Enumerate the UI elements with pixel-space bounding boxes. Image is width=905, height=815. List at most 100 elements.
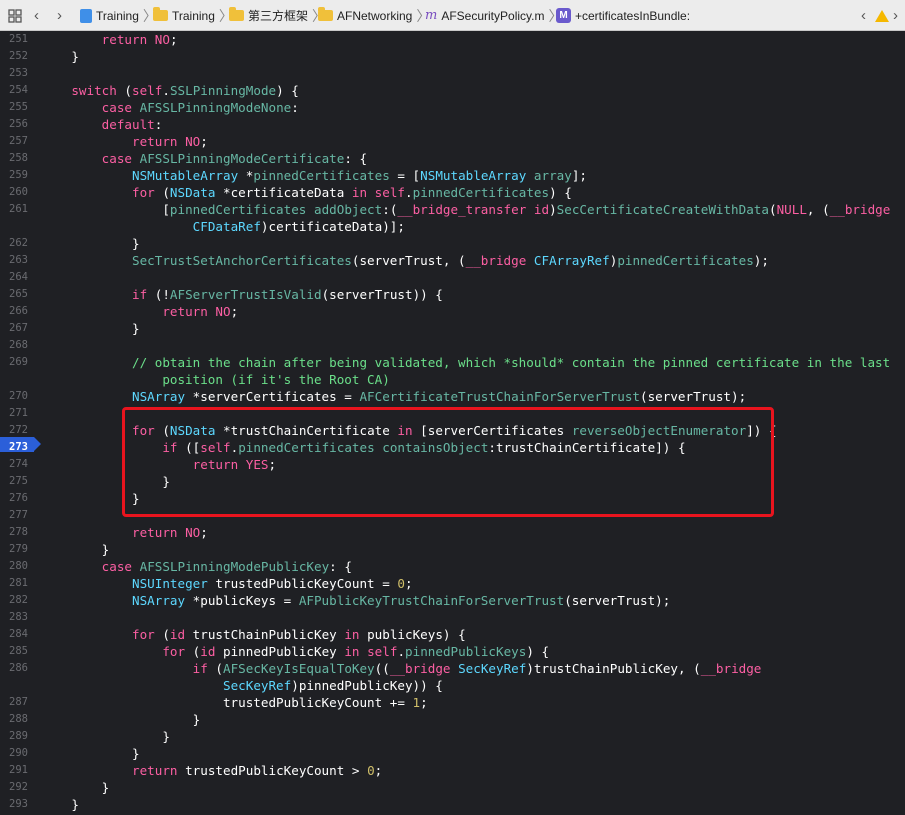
code-text: position (if it's the Root CA) xyxy=(41,372,390,387)
folder-icon xyxy=(318,7,333,21)
code-text: NSArray *publicKeys = AFPublicKeyTrustCh… xyxy=(132,593,671,608)
code-text: } xyxy=(41,780,110,795)
crumb-label: AFSecurityPolicy.m xyxy=(441,8,545,23)
m-file-icon: m xyxy=(425,8,438,23)
related-items-grid-icon[interactable] xyxy=(8,0,22,31)
code-text: } xyxy=(41,321,140,336)
line-number: 279 xyxy=(9,543,28,555)
code-text: } xyxy=(41,712,201,727)
line-number: 261 xyxy=(9,203,28,215)
code-text: SecKeyRef)pinnedPublicKey)) { xyxy=(222,678,443,693)
line-number: 263 xyxy=(9,254,28,266)
line-number: 276 xyxy=(9,492,28,504)
line-number: 274 xyxy=(9,458,28,470)
code-text: if (AFSecKeyIsEqualToKey((__bridge SecKe… xyxy=(192,661,762,676)
code-text: SecTrustSetAnchorCertificates(serverTrus… xyxy=(132,253,769,268)
code-text: if (!AFServerTrustIsValid(serverTrust)) … xyxy=(132,287,443,302)
folder-icon xyxy=(229,7,244,21)
code-text: return NO; xyxy=(132,525,208,540)
line-number: 252 xyxy=(9,50,28,62)
crumb-label: Training xyxy=(172,8,215,23)
crumb-project[interactable]: Training 〉 xyxy=(80,0,157,31)
line-number: 285 xyxy=(9,645,28,657)
crumb-file[interactable]: m AFSecurityPolicy.m 〉 xyxy=(425,0,562,31)
code-text: return NO; xyxy=(162,304,239,319)
line-number: 275 xyxy=(9,475,28,487)
code-text: return NO; xyxy=(101,32,178,47)
back-button[interactable]: ‹ xyxy=(34,0,39,31)
code-text: return trustedPublicKeyCount > 0; xyxy=(132,763,383,778)
code-text: case AFSSLPinningModePublicKey: { xyxy=(101,559,352,574)
line-number: 283 xyxy=(9,611,28,623)
code-text: } xyxy=(41,542,110,557)
code-text: } xyxy=(41,49,79,64)
line-number: 264 xyxy=(9,271,28,283)
code-text: } xyxy=(41,797,79,812)
crumb-label: Training xyxy=(96,8,139,23)
code-text: NSUInteger trustedPublicKeyCount = 0; xyxy=(132,576,413,591)
code-text: } xyxy=(41,746,140,761)
line-number: 278 xyxy=(9,526,28,538)
jump-bar: ‹ › Training 〉 Training 〉 第三方框架 〉 AFNetw… xyxy=(0,0,905,31)
line-number: 291 xyxy=(9,764,28,776)
method-icon: M xyxy=(556,8,571,23)
code-text: default: xyxy=(101,117,163,132)
crumb-method[interactable]: M +certificatesInBundle: xyxy=(556,0,690,31)
crumb-group-afnetworking[interactable]: AFNetworking 〉 xyxy=(318,0,430,31)
code-text: CFDataRef)certificateData)]; xyxy=(192,219,405,234)
warning-button[interactable] xyxy=(875,0,889,31)
crumb-label: AFNetworking xyxy=(337,8,413,23)
line-number: 271 xyxy=(9,407,28,419)
code-text: // obtain the chain after being validate… xyxy=(132,355,891,370)
line-number: 270 xyxy=(9,390,28,402)
crumb-label: +certificatesInBundle: xyxy=(575,8,691,23)
xcode-project-icon xyxy=(80,8,92,23)
highlight-box xyxy=(122,407,774,517)
line-number: 286 xyxy=(9,662,28,674)
chevron-right-icon: › xyxy=(57,7,62,24)
line-number: 280 xyxy=(9,560,28,572)
line-number: 251 xyxy=(9,33,28,45)
line-number: 269 xyxy=(9,356,28,368)
crumb-label: 第三方框架 xyxy=(248,9,309,23)
crumb-group-third-party[interactable]: 第三方框架 〉 xyxy=(229,0,326,31)
previous-issue-button[interactable]: ‹ xyxy=(861,0,866,31)
line-number: 273 xyxy=(9,441,28,453)
line-number: 268 xyxy=(9,339,28,351)
line-number: 288 xyxy=(9,713,28,725)
code-text: case AFSSLPinningModeCertificate: { xyxy=(101,151,368,166)
line-number: 253 xyxy=(9,67,28,79)
code-text: } xyxy=(41,236,140,251)
line-number: 272 xyxy=(9,424,28,436)
code-text: NSArray *serverCertificates = AFCertific… xyxy=(132,389,747,404)
line-number: 292 xyxy=(9,781,28,793)
next-issue-button[interactable]: › xyxy=(893,0,898,31)
line-number: 256 xyxy=(9,118,28,130)
line-number: 289 xyxy=(9,730,28,742)
code-text: NSMutableArray *pinnedCertificates = [NS… xyxy=(132,168,587,183)
code-text: [pinnedCertificates addObject:(__bridge_… xyxy=(41,202,891,217)
code-text: for (id trustChainPublicKey in publicKey… xyxy=(132,627,466,642)
chevron-left-icon: ‹ xyxy=(861,7,866,24)
line-number: 258 xyxy=(9,152,28,164)
line-number: 255 xyxy=(9,101,28,113)
line-number: 267 xyxy=(9,322,28,334)
line-number: 265 xyxy=(9,288,28,300)
warning-triangle-icon xyxy=(875,9,889,22)
code-text: for (NSData *certificateData in self.pin… xyxy=(132,185,572,200)
crumb-group-training[interactable]: Training 〉 xyxy=(153,0,233,31)
line-number: 259 xyxy=(9,169,28,181)
chevron-right-icon: › xyxy=(893,7,898,24)
line-number: 260 xyxy=(9,186,28,198)
line-number: 254 xyxy=(9,84,28,96)
grid-glyph xyxy=(8,8,22,23)
line-number: 257 xyxy=(9,135,28,147)
line-number: 290 xyxy=(9,747,28,759)
folder-icon xyxy=(153,7,168,21)
code-text: } xyxy=(41,729,170,744)
line-number: 266 xyxy=(9,305,28,317)
line-number: 262 xyxy=(9,237,28,249)
code-text: return NO; xyxy=(132,134,208,149)
forward-button[interactable]: › xyxy=(57,0,62,31)
line-number: 281 xyxy=(9,577,28,589)
